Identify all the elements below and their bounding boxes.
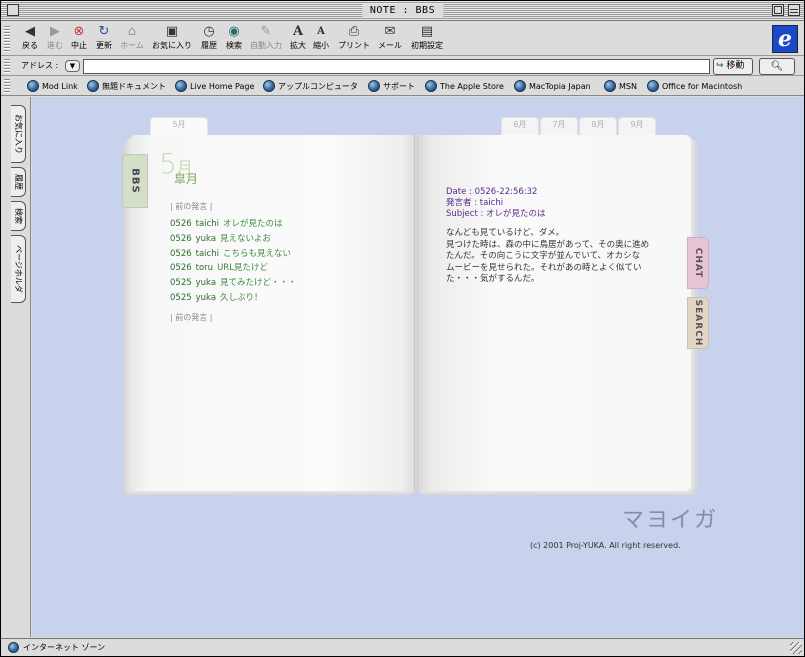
list-item[interactable]: 0526 taichi オレが見たのは (170, 217, 297, 232)
favorites-bar: Mod Link 無題ドキュメント Live Home Page アップルコンピ… (1, 77, 804, 96)
zoom-box[interactable] (772, 4, 784, 16)
post-body: なんども見ているけど、ダメ。 見つけた時は、森の中に鳥居があって、その奥に進め … (446, 228, 650, 284)
favorites-button[interactable]: ▣ お気に入り (150, 25, 194, 55)
address-label: アドレス : (21, 61, 59, 70)
globe-icon (175, 80, 187, 92)
address-dropdown[interactable]: ▼ (65, 60, 80, 72)
explorer-side-tabs: お気に入り 履歴 検索 ページホルダ (1, 97, 31, 637)
address-grip[interactable] (4, 59, 10, 74)
ie-logo-icon[interactable]: e (772, 25, 798, 53)
favorites-grip[interactable] (4, 79, 10, 94)
magnifier-icon: 🔍︎ (770, 61, 784, 72)
text-smaller-icon: A (317, 26, 325, 37)
home-icon: ⌂ (127, 24, 137, 39)
copyright-text: (c) 2001 Proj-YUKA. All right reserved. (530, 541, 681, 550)
globe-icon (87, 80, 99, 92)
refresh-button[interactable]: ↻ 更新 (91, 25, 117, 55)
toolbar: ◀ 戻る ▶ 進む ⊗ 中止 ↻ 更新 ⌂ ホーム ▣ お気に入り ◷ 履歴 ◉ (1, 22, 804, 56)
favorite-link[interactable]: The Apple Store (425, 79, 504, 94)
go-arrow-icon: ↪ (716, 61, 724, 71)
list-item[interactable]: 0526 yuka 見えないよお (170, 232, 297, 247)
address-input[interactable] (83, 59, 710, 74)
collapse-box[interactable] (788, 4, 800, 16)
window-title: NOTE : BBS (361, 4, 444, 17)
favorites-icon: ▣ (165, 24, 179, 39)
preferences-button[interactable]: ▤ 初期設定 (407, 25, 447, 55)
favorite-link[interactable]: Mod Link (27, 79, 78, 94)
prev-posts-link[interactable]: | 前の発言 | (170, 201, 212, 212)
month-name: 皐月 (174, 172, 199, 186)
list-item[interactable]: 0525 yuka 久しぶり！ (170, 291, 297, 306)
tab-bbs[interactable]: BBS (122, 154, 148, 208)
globe-icon (27, 80, 39, 92)
text-larger-button[interactable]: A 拡大 (287, 25, 309, 55)
print-icon: ⎙ (348, 24, 360, 39)
text-smaller-button[interactable]: A 縮小 (310, 25, 332, 55)
refresh-icon: ↻ (98, 24, 110, 39)
favorite-link[interactable]: Office for Macintosh (647, 79, 742, 94)
tab-history[interactable]: 履歴 (11, 167, 26, 197)
search-icon: ◉ (228, 24, 240, 39)
globe-icon (368, 80, 380, 92)
globe-icon (263, 80, 275, 92)
globe-icon (647, 80, 659, 92)
favorite-link[interactable]: 無題ドキュメント (87, 79, 166, 94)
zone-globe-icon (8, 642, 19, 653)
favorite-link[interactable]: MSN (604, 79, 637, 94)
favorite-link[interactable]: サポート (368, 79, 415, 94)
go-label: 移動 (726, 61, 745, 71)
tab-search-book[interactable]: SEARCH (687, 297, 709, 349)
status-text: インターネット ゾーン (23, 643, 106, 652)
list-item[interactable]: 0526 toru URL見たけど (170, 261, 297, 276)
list-item[interactable]: 0526 taichi こちらも見えない (170, 247, 297, 262)
mail-button[interactable]: ✉ メール (375, 25, 405, 55)
print-button[interactable]: ⎙ プリント (336, 25, 372, 55)
post-detail: Date : 0526-22:56:32 発言者 : taichi Subjec… (446, 187, 676, 286)
post-speaker: 発言者 : taichi (446, 198, 504, 208)
address-search-button[interactable]: 🔍︎ (759, 58, 795, 75)
next-posts-link[interactable]: | 前の発言 | (170, 312, 212, 323)
book-spine (414, 135, 418, 491)
stop-button[interactable]: ⊗ 中止 (67, 25, 91, 55)
autofill-button[interactable]: ✎ 自動入力 (247, 25, 285, 55)
title-bar[interactable]: NOTE : BBS (1, 1, 804, 21)
page-content: 5月 6月 7月 8月 9月 BBS CHAT SEARCH 5月 皐月 | 前… (32, 97, 804, 637)
autofill-icon: ✎ (260, 24, 272, 39)
search-button[interactable]: ◉ 検索 (222, 25, 246, 55)
history-button[interactable]: ◷ 履歴 (196, 25, 222, 55)
text-larger-icon: A (292, 24, 304, 39)
site-signature-logo: マヨイガ (622, 508, 719, 533)
stop-icon: ⊗ (73, 24, 85, 39)
history-icon: ◷ (203, 24, 215, 39)
close-box[interactable] (7, 4, 19, 16)
globe-icon (604, 80, 616, 92)
back-arrow-icon: ◀ (25, 24, 35, 39)
status-bar: インターネット ゾーン (1, 638, 804, 656)
tab-page-holder[interactable]: ページホルダ (11, 235, 26, 303)
post-list: 0526 taichi オレが見たのは 0526 yuka 見えないよお 0526 tai… (170, 217, 297, 306)
post-subject: Subject : オレが見たのは (446, 209, 546, 219)
post-date: Date : 0526-22:56:32 (446, 187, 538, 197)
preferences-icon: ▤ (420, 24, 434, 39)
favorite-link[interactable]: MacTopia Japan (514, 79, 591, 94)
back-button[interactable]: ◀ 戻る (17, 25, 43, 55)
favorite-link[interactable]: Live Home Page (175, 79, 254, 94)
go-button[interactable]: ↪ 移動 (713, 58, 753, 75)
address-bar: アドレス : ▼ ↪ 移動 🔍︎ (1, 57, 804, 76)
list-item[interactable]: 0525 yuka 見てみたけど・・・ (170, 276, 297, 291)
browser-window: NOTE : BBS ◀ 戻る ▶ 進む ⊗ 中止 ↻ 更新 ⌂ ホーム ▣ お… (0, 0, 805, 657)
resize-grip[interactable] (790, 642, 802, 654)
globe-icon (514, 80, 526, 92)
forward-button[interactable]: ▶ 進む (43, 25, 67, 55)
tab-chat[interactable]: CHAT (687, 237, 709, 289)
forward-arrow-icon: ▶ (50, 24, 60, 39)
favorite-link[interactable]: アップルコンピュータ (263, 79, 358, 94)
mail-icon: ✉ (384, 24, 396, 39)
home-button[interactable]: ⌂ ホーム (117, 25, 147, 55)
toolbar-grip[interactable] (4, 26, 10, 52)
tab-favorites[interactable]: お気に入り (11, 105, 26, 163)
globe-icon (425, 80, 437, 92)
tab-search[interactable]: 検索 (11, 201, 26, 231)
